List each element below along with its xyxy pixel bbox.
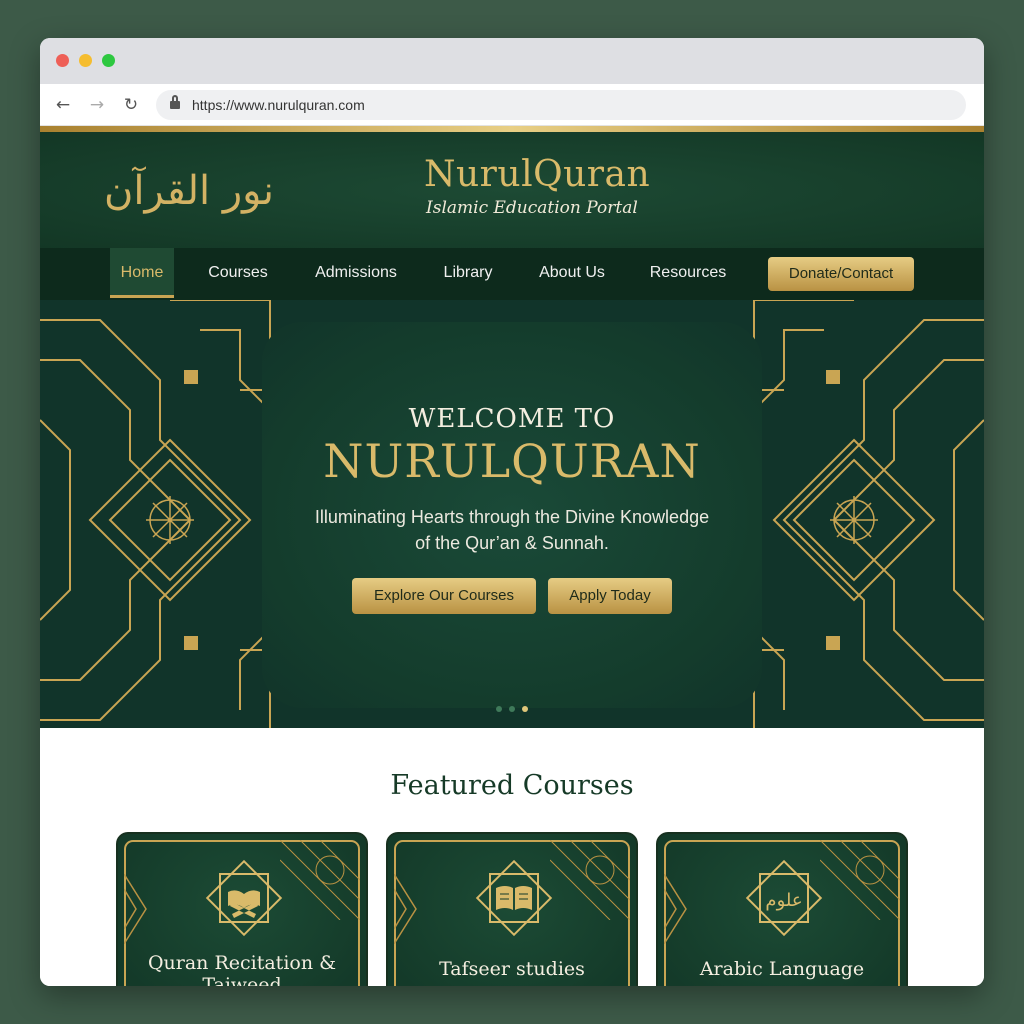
site-tagline: Islamic Education Portal [426, 198, 638, 218]
browser-titlebar [40, 38, 984, 84]
course-card-tafseer[interactable]: Tafseer studies [386, 832, 638, 986]
donate-contact-button[interactable]: Donate/Contact [768, 257, 914, 291]
featured-courses-title: Featured Courses [390, 770, 634, 801]
nav-item-admissions[interactable]: Admissions [304, 248, 408, 298]
close-window-button[interactable] [56, 54, 69, 67]
apply-today-button[interactable]: Apply Today [548, 578, 672, 614]
open-book-icon [475, 859, 553, 937]
minimize-window-button[interactable] [79, 54, 92, 67]
corner-ornament-icon [280, 840, 360, 920]
address-bar[interactable]: https://www.nurulquran.com [156, 90, 966, 120]
web-page: نور القرآن NurulQuran Islamic Education … [40, 126, 984, 986]
url-text[interactable]: https://www.nurulquran.com [192, 97, 365, 113]
side-ornament-icon [394, 874, 417, 944]
main-nav: Home Courses Admissions Library About Us… [40, 248, 984, 300]
arabic-calligraphy-text: علوم [765, 890, 802, 911]
maximize-window-button[interactable] [102, 54, 115, 67]
arabic-calligraphy-icon: علوم [745, 859, 823, 937]
hero-pretitle: WELCOME TO [408, 404, 616, 434]
forward-arrow-icon[interactable]: → [84, 92, 110, 118]
quran-stand-icon [205, 859, 283, 937]
hero-title: NURULQURAN [323, 434, 701, 488]
nav-item-home[interactable]: Home [110, 248, 174, 298]
hero-subtitle: Illuminating Hearts through the Divine K… [314, 507, 710, 553]
course-label-tafseer: Tafseer studies [439, 958, 585, 980]
site-header: نور القرآن NurulQuran Islamic Education … [40, 132, 984, 248]
lock-icon [170, 95, 180, 110]
course-card-arabic-language[interactable]: علوم Arabic Language [656, 832, 908, 986]
corner-ornament-icon [820, 840, 900, 920]
nav-item-resources[interactable]: Resources [640, 248, 736, 298]
arabic-logo[interactable]: نور القرآن [104, 152, 274, 230]
side-ornament-icon [664, 874, 687, 944]
side-ornament-icon [124, 874, 147, 944]
course-card-quran-recitation[interactable]: Quran Recitation & Tajweed [116, 832, 368, 986]
nav-item-courses[interactable]: Courses [198, 248, 278, 298]
course-label-quran-recitation: Quran Recitation & Tajweed [147, 952, 337, 986]
back-arrow-icon[interactable]: ← [50, 92, 76, 118]
course-label-arabic-language: Arabic Language [699, 958, 865, 980]
reload-icon[interactable]: ↻ [118, 92, 144, 118]
nav-item-about-us[interactable]: About Us [528, 248, 616, 298]
site-title[interactable]: NurulQuran [424, 154, 650, 195]
carousel-dot-1[interactable] [496, 706, 502, 712]
browser-toolbar: ← → ↻ https://www.nurulquran.com [40, 84, 984, 126]
browser-window: ← → ↻ https://www.nurulquran.com نور الق… [40, 38, 984, 986]
carousel-dot-2[interactable] [509, 706, 515, 712]
explore-courses-button[interactable]: Explore Our Courses [352, 578, 536, 614]
carousel-dot-3[interactable] [522, 706, 528, 712]
corner-ornament-icon [550, 840, 630, 920]
hero-banner: WELCOME TO NURULQURAN Illuminating Heart… [40, 300, 984, 728]
nav-item-library[interactable]: Library [434, 248, 502, 298]
featured-courses-section: Featured Courses Quran Recitation & Tajw… [40, 728, 984, 986]
